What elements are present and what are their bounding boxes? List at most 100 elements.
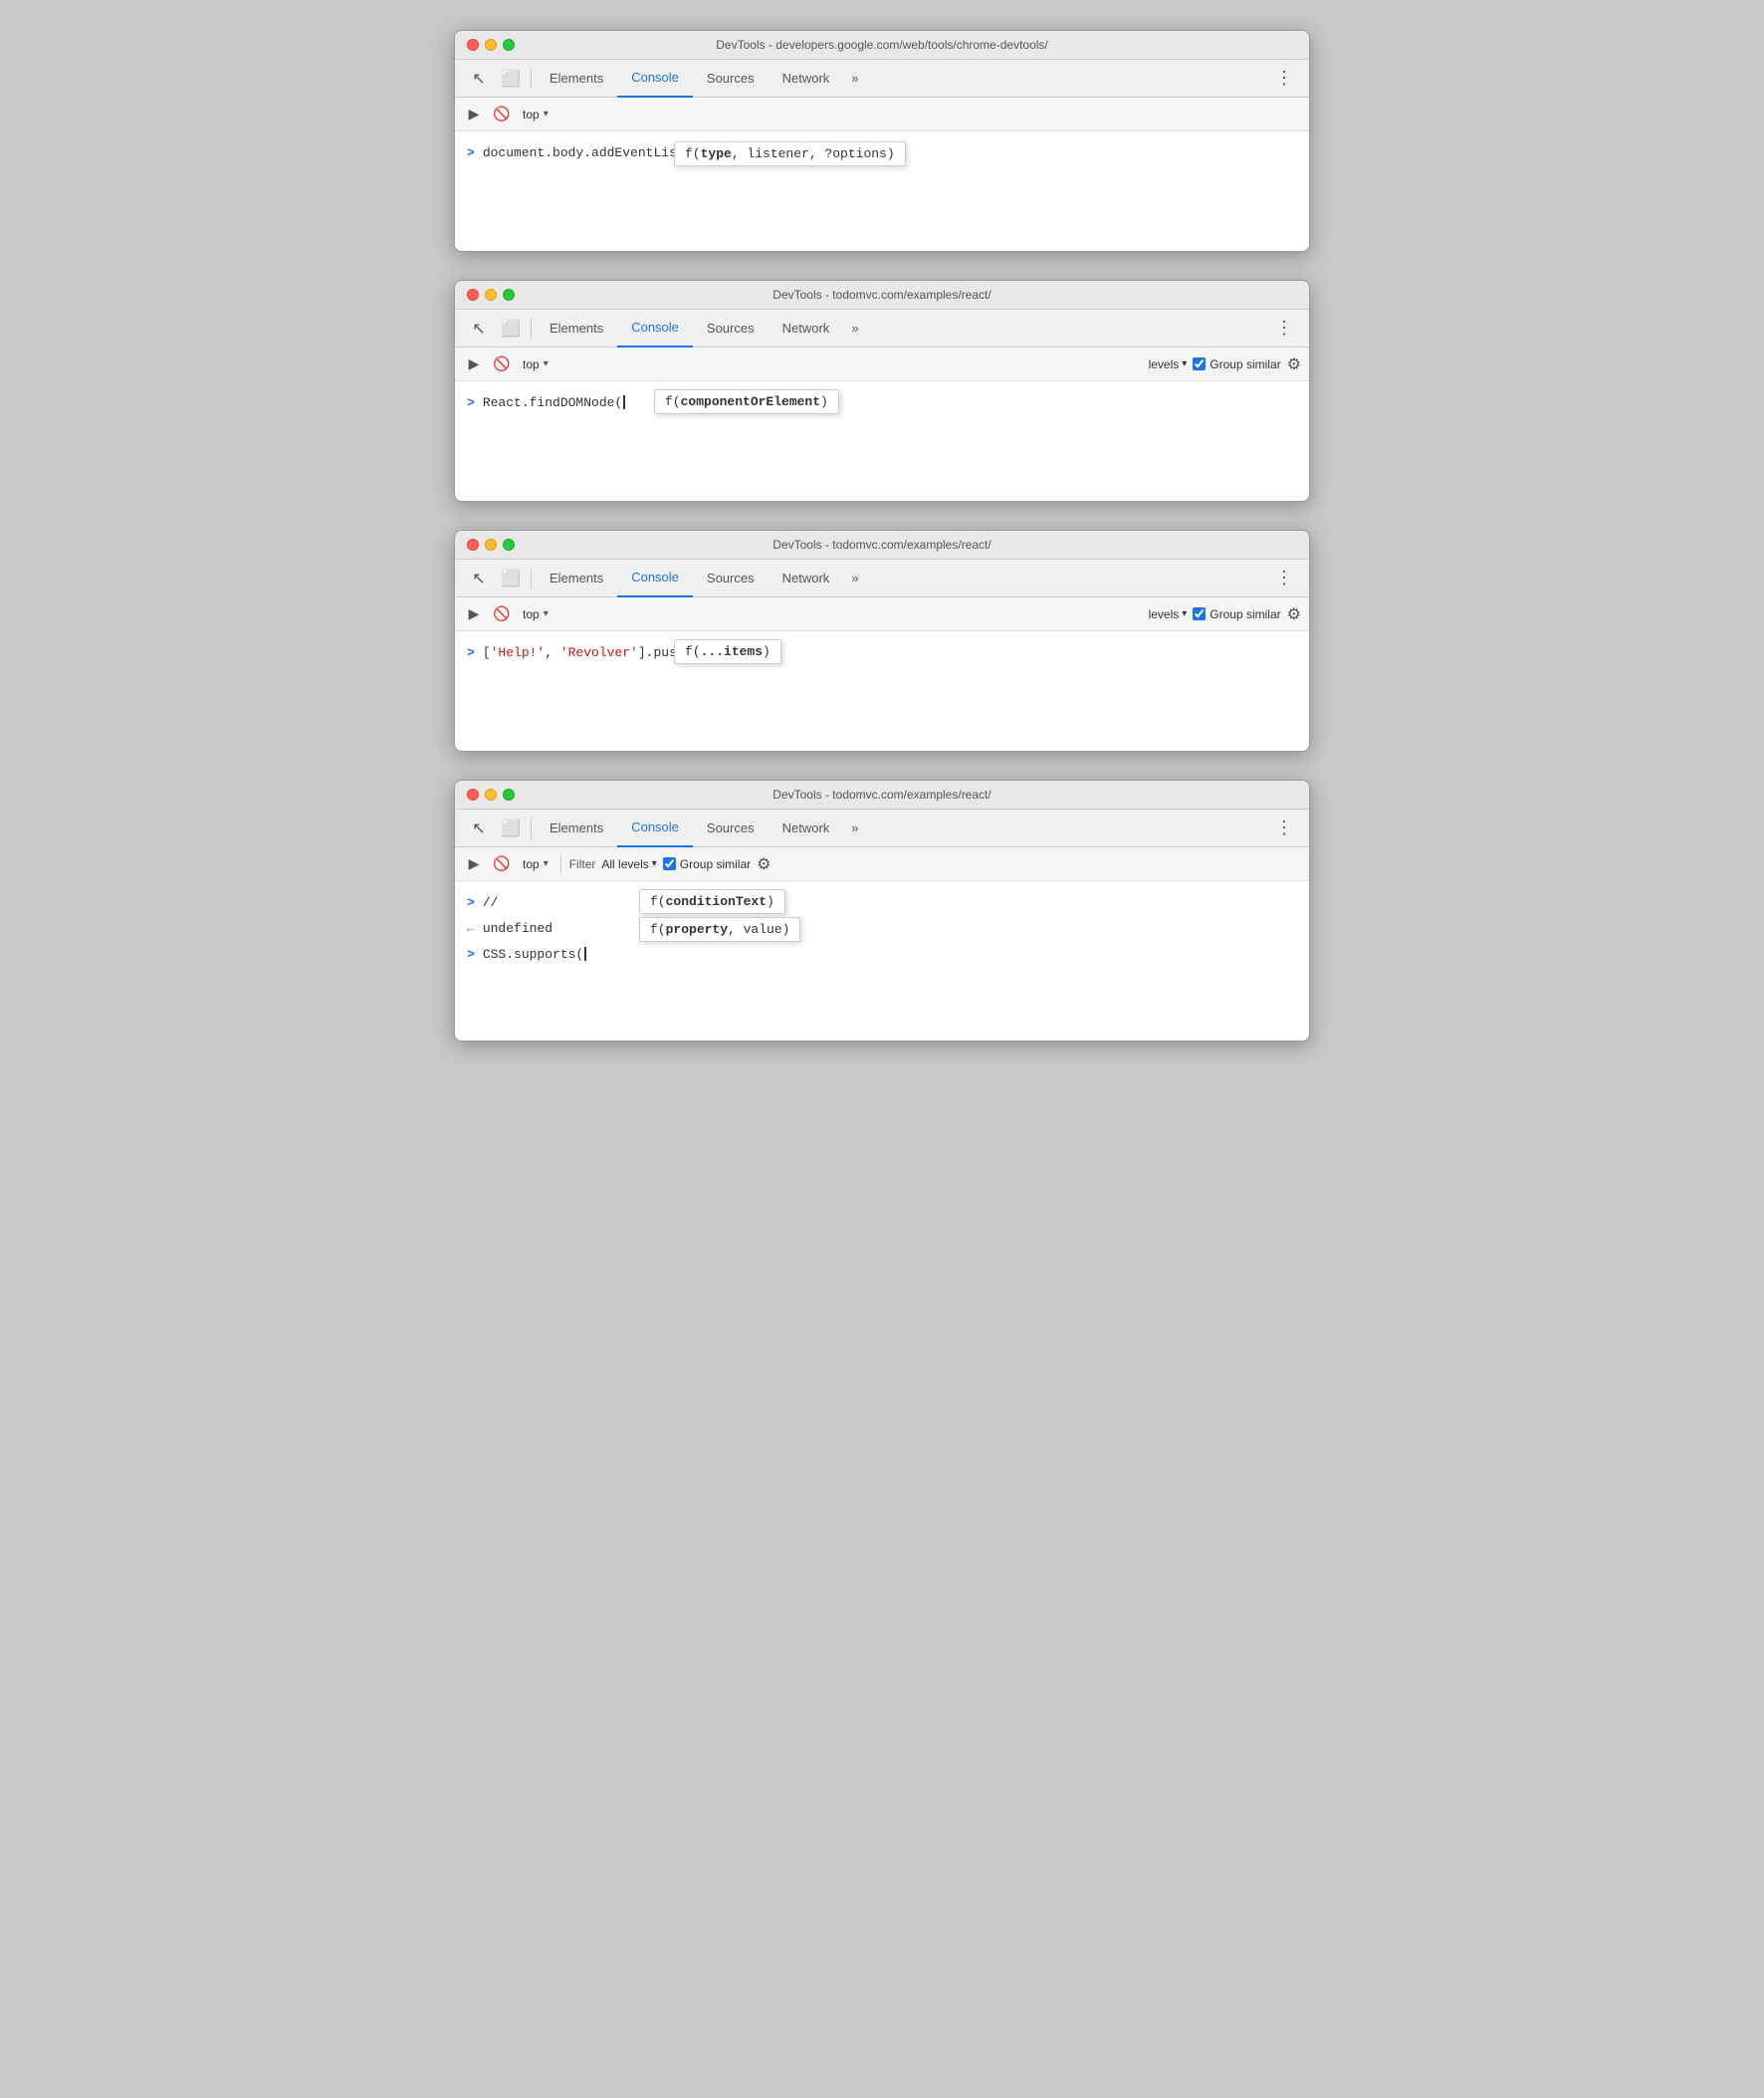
menu-dots[interactable]: ⋮ bbox=[1267, 817, 1301, 838]
console-code-3: ['Help!', 'Revolver'].push( bbox=[483, 645, 696, 660]
console-row-2[interactable]: > React.findDOMNode( bbox=[455, 389, 1309, 415]
tab-sources[interactable]: Sources bbox=[693, 310, 769, 348]
block-icon[interactable]: 🚫 bbox=[491, 603, 513, 625]
devtools-window-3: DevTools - todomvc.com/examples/react/ ↖… bbox=[454, 530, 1310, 752]
tab-elements[interactable]: Elements bbox=[536, 60, 617, 98]
console-code-4c: CSS.supports( bbox=[483, 947, 586, 962]
console-row-4a[interactable]: > // bbox=[455, 889, 1309, 915]
inspect-icon[interactable]: ⬜ bbox=[495, 813, 527, 844]
tab-separator bbox=[531, 69, 532, 89]
devtools-window-1: DevTools - developers.google.com/web/too… bbox=[454, 30, 1310, 252]
minimize-button[interactable] bbox=[485, 39, 497, 51]
run-icon[interactable]: ▶ bbox=[463, 104, 485, 125]
tab-network[interactable]: Network bbox=[769, 60, 844, 98]
tab-console[interactable]: Console bbox=[617, 810, 693, 847]
param-bold: ...items bbox=[701, 644, 763, 659]
group-similar-checkbox[interactable] bbox=[1193, 607, 1206, 620]
console-content-2: > React.findDOMNode( f(componentOrElemen… bbox=[455, 381, 1309, 501]
autocomplete-tooltip-4a: f(conditionText) bbox=[639, 889, 785, 914]
maximize-button[interactable] bbox=[503, 539, 515, 551]
tab-more[interactable]: » bbox=[843, 63, 866, 94]
levels-select[interactable]: levels ▾ bbox=[1149, 357, 1188, 371]
title-bar-2: DevTools - todomvc.com/examples/react/ bbox=[455, 281, 1309, 310]
close-button[interactable] bbox=[467, 39, 479, 51]
group-similar-checkbox[interactable] bbox=[663, 857, 676, 870]
inspect-icon[interactable]: ⬜ bbox=[495, 563, 527, 594]
tab-network[interactable]: Network bbox=[769, 810, 844, 847]
group-similar-checkbox[interactable] bbox=[1193, 357, 1206, 370]
autocomplete-tooltip-4b: f(property, value) bbox=[639, 917, 800, 942]
group-similar-check[interactable]: Group similar bbox=[663, 857, 751, 871]
console-row-3[interactable]: > ['Help!', 'Revolver'].push( bbox=[455, 639, 1309, 665]
levels-select[interactable]: levels ▾ bbox=[1149, 607, 1188, 621]
toolbar-divider bbox=[560, 855, 561, 873]
tab-more[interactable]: » bbox=[843, 313, 866, 344]
filter-label: Filter bbox=[569, 857, 596, 871]
close-button[interactable] bbox=[467, 289, 479, 301]
maximize-button[interactable] bbox=[503, 39, 515, 51]
context-select[interactable]: top ▾ bbox=[519, 106, 552, 123]
tab-console[interactable]: Console bbox=[617, 560, 693, 597]
block-icon[interactable]: 🚫 bbox=[491, 853, 513, 875]
minimize-button[interactable] bbox=[485, 289, 497, 301]
context-select[interactable]: top ▾ bbox=[519, 605, 552, 623]
title-bar-4: DevTools - todomvc.com/examples/react/ bbox=[455, 781, 1309, 810]
tab-network[interactable]: Network bbox=[769, 560, 844, 597]
console-content-1: > document.body.addEventListener( f(type… bbox=[455, 131, 1309, 251]
select-arrow: ▾ bbox=[544, 109, 549, 119]
tab-elements[interactable]: Elements bbox=[536, 810, 617, 847]
run-icon[interactable]: ▶ bbox=[463, 603, 485, 625]
tab-more[interactable]: » bbox=[843, 563, 866, 593]
console-code-4b: undefined bbox=[483, 921, 552, 936]
tab-console[interactable]: Console bbox=[617, 60, 693, 98]
inspect-icon[interactable]: ⬜ bbox=[495, 63, 527, 95]
cursor-icon[interactable]: ↖ bbox=[463, 813, 495, 844]
run-icon[interactable]: ▶ bbox=[463, 353, 485, 375]
tab-sources[interactable]: Sources bbox=[693, 560, 769, 597]
context-select[interactable]: top ▾ bbox=[519, 855, 552, 873]
tab-sources[interactable]: Sources bbox=[693, 810, 769, 847]
tab-console[interactable]: Console bbox=[617, 310, 693, 348]
console-row-4c[interactable]: > CSS.supports( bbox=[455, 941, 1309, 967]
group-similar-check[interactable]: Group similar bbox=[1193, 607, 1280, 621]
tab-elements[interactable]: Elements bbox=[536, 310, 617, 348]
maximize-button[interactable] bbox=[503, 289, 515, 301]
group-similar-check[interactable]: Group similar bbox=[1193, 357, 1280, 371]
prompt-1: > bbox=[467, 145, 475, 160]
inspect-icon[interactable]: ⬜ bbox=[495, 313, 527, 345]
tab-separator bbox=[531, 569, 532, 588]
menu-dots[interactable]: ⋮ bbox=[1267, 568, 1301, 588]
gear-icon[interactable]: ⚙ bbox=[1287, 604, 1301, 624]
menu-dots[interactable]: ⋮ bbox=[1267, 68, 1301, 89]
toolbar-3: ▶ 🚫 top ▾ levels ▾ Group similar ⚙ bbox=[455, 597, 1309, 631]
cursor-icon[interactable]: ↖ bbox=[463, 313, 495, 345]
toolbar-2: ▶ 🚫 top ▾ levels ▾ Group similar ⚙ bbox=[455, 348, 1309, 381]
window-title-4: DevTools - todomvc.com/examples/react/ bbox=[772, 788, 991, 802]
title-bar-1: DevTools - developers.google.com/web/too… bbox=[455, 31, 1309, 60]
close-button[interactable] bbox=[467, 789, 479, 801]
tab-sources[interactable]: Sources bbox=[693, 60, 769, 98]
param-bold: componentOrElement bbox=[681, 394, 820, 409]
tab-network[interactable]: Network bbox=[769, 310, 844, 348]
menu-dots[interactable]: ⋮ bbox=[1267, 318, 1301, 339]
gear-icon[interactable]: ⚙ bbox=[757, 854, 771, 874]
block-icon[interactable]: 🚫 bbox=[491, 104, 513, 125]
minimize-button[interactable] bbox=[485, 789, 497, 801]
tab-more[interactable]: » bbox=[843, 813, 866, 843]
run-icon[interactable]: ▶ bbox=[463, 853, 485, 875]
cursor-icon[interactable]: ↖ bbox=[463, 63, 495, 95]
traffic-lights-2 bbox=[467, 289, 515, 301]
tab-bar-3: ↖ ⬜ Elements Console Sources Network » ⋮ bbox=[455, 560, 1309, 597]
maximize-button[interactable] bbox=[503, 789, 515, 801]
prompt-3: > bbox=[467, 645, 475, 660]
close-button[interactable] bbox=[467, 539, 479, 551]
gear-icon[interactable]: ⚙ bbox=[1287, 354, 1301, 374]
block-icon[interactable]: 🚫 bbox=[491, 353, 513, 375]
cursor-icon[interactable]: ↖ bbox=[463, 563, 495, 594]
levels-select[interactable]: All levels ▾ bbox=[601, 857, 656, 871]
prompt-4a: > bbox=[467, 895, 475, 910]
minimize-button[interactable] bbox=[485, 539, 497, 551]
tab-elements[interactable]: Elements bbox=[536, 560, 617, 597]
console-row-4b: ← undefined bbox=[455, 915, 1309, 941]
context-select[interactable]: top ▾ bbox=[519, 355, 552, 373]
